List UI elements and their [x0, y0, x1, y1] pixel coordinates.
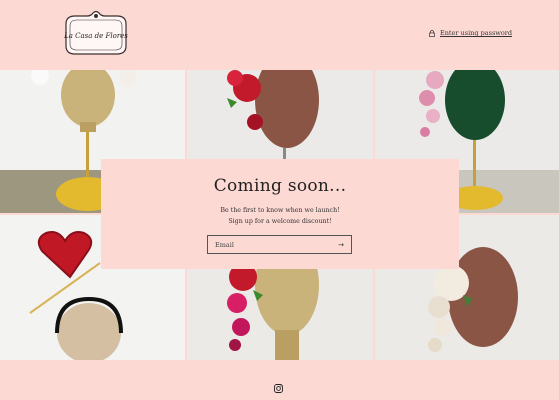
email-field[interactable] [215, 240, 339, 249]
page-title: Coming soon... [213, 176, 347, 196]
email-signup-form: → [207, 235, 352, 254]
enter-password-link[interactable]: Enter using password [429, 29, 512, 37]
svg-text:La Casa de Flores: La Casa de Flores [63, 32, 128, 40]
lock-icon [429, 29, 435, 37]
launch-message: Be the first to know when we launch! [220, 207, 340, 214]
arrow-right-icon[interactable]: → [338, 241, 344, 249]
password-link-label: Enter using password [440, 29, 513, 37]
site-footer [0, 360, 559, 400]
discount-message: Sign up for a welcome discount! [228, 218, 332, 225]
site-header: La Casa de Flores Enter using password [0, 0, 559, 70]
instagram-icon[interactable] [274, 378, 283, 393]
coming-soon-card: Coming soon... Be the first to know when… [101, 159, 459, 269]
logo-emblem: La Casa de Flores [63, 10, 128, 55]
brand-logo[interactable]: La Casa de Flores [61, 10, 131, 58]
